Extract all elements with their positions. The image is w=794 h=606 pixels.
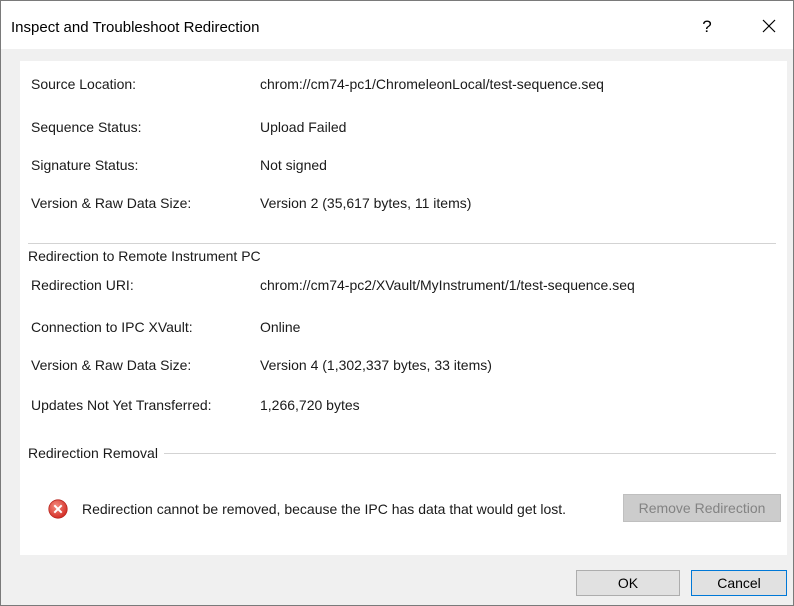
redirection-group-line (28, 243, 776, 244)
connection-value: Online (260, 319, 301, 335)
connection-label: Connection to IPC XVault: (31, 319, 193, 335)
error-circle-icon (48, 499, 68, 519)
signature-status-label: Signature Status: (31, 157, 139, 173)
removal-error-message: Redirection cannot be removed, because t… (82, 501, 567, 517)
help-button[interactable]: ? (695, 13, 719, 41)
source-version-value: Version 2 (35,617 bytes, 11 items) (260, 195, 472, 211)
removal-group-title: Redirection Removal (28, 445, 164, 461)
source-version-label: Version & Raw Data Size: (31, 195, 192, 211)
remote-version-value: Version 4 (1,302,337 bytes, 33 items) (260, 357, 492, 373)
redirection-dialog: Inspect and Troubleshoot Redirection ? S… (0, 0, 794, 606)
content-panel: Source Location: chrom://cm74-pc1/Chrome… (20, 61, 787, 555)
source-location-value: chrom://cm74-pc1/ChromeleonLocal/test-se… (260, 76, 604, 92)
redirection-group-title: Redirection to Remote Instrument PC (28, 248, 267, 264)
updates-label: Updates Not Yet Transferred: (31, 397, 212, 413)
cancel-button[interactable]: Cancel (691, 570, 787, 596)
redirection-uri-label: Redirection URI: (31, 277, 134, 293)
ok-button[interactable]: OK (576, 570, 680, 596)
title-bar: Inspect and Troubleshoot Redirection ? (1, 1, 793, 49)
source-location-label: Source Location: (31, 76, 137, 92)
updates-value: 1,266,720 bytes (260, 397, 360, 413)
redirection-uri-value: chrom://cm74-pc2/XVault/MyInstrument/1/t… (260, 277, 635, 293)
sequence-status-label: Sequence Status: (31, 119, 142, 135)
remote-version-label: Version & Raw Data Size: (31, 357, 192, 373)
close-button[interactable] (753, 11, 785, 41)
close-icon (762, 19, 776, 33)
dialog-title: Inspect and Troubleshoot Redirection (11, 19, 260, 36)
signature-status-value: Not signed (260, 157, 327, 173)
remove-redirection-button[interactable]: Remove Redirection (623, 494, 781, 522)
sequence-status-value: Upload Failed (260, 119, 347, 135)
